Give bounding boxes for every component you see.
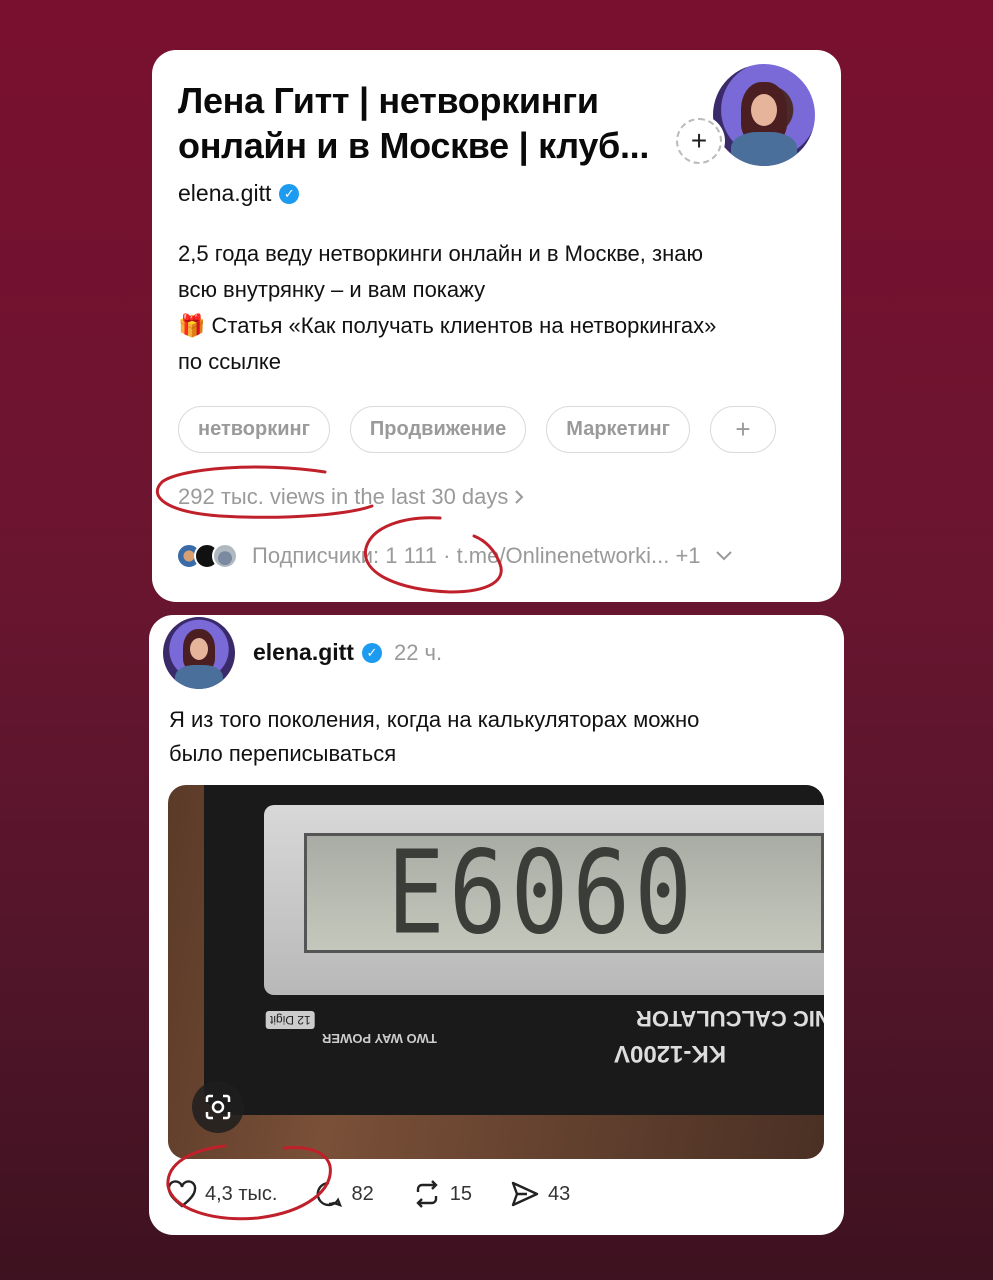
profile-title-line-1: Лена Гитт | нетворкинги <box>178 80 599 121</box>
calculator-display: E6060 <box>304 826 824 960</box>
post-card: elena.gitt ✓ 22 ч. Я из того поколения, … <box>149 615 844 1235</box>
chevron-down-icon <box>715 551 732 561</box>
share-button[interactable]: 43 <box>510 1180 570 1208</box>
follower-avatar <box>212 543 238 569</box>
share-count: 43 <box>547 1182 571 1205</box>
post-text-line: Я из того поколения, когда на калькулято… <box>169 707 700 732</box>
heart-icon <box>167 1180 197 1208</box>
like-count: 4,3 тыс. <box>205 1182 278 1205</box>
views-text: 292 тыс. views in the last 30 days <box>178 484 509 509</box>
visual-search-icon[interactable] <box>192 1081 244 1133</box>
followers-row[interactable]: Подписчики: 1 111 · t.me/Onlinenetworki.… <box>176 543 733 569</box>
repost-button[interactable]: 15 <box>412 1180 472 1208</box>
post-actions: 4,3 тыс. 82 15 43 <box>167 1180 570 1208</box>
post-header: elena.gitt ✓ 22 ч. <box>253 639 442 666</box>
profile-title-line-2: онлайн и в Москве | клуб... <box>178 125 650 166</box>
calculator-model-label: KK-1200V <box>614 1040 727 1067</box>
followers-text: Подписчики: 1 111 · t.me/Onlinenetworki.… <box>252 543 701 568</box>
post-username[interactable]: elena.gitt <box>253 639 354 666</box>
profile-bio: 2,5 года веду нетворкинги онлайн и в Мос… <box>178 236 808 380</box>
bio-line: по ссылке <box>178 349 282 374</box>
add-tag-button[interactable]: + <box>709 406 776 453</box>
follower-avatars <box>176 543 238 569</box>
post-text: Я из того поколения, когда на калькулято… <box>169 703 819 771</box>
post-image[interactable]: E6060 ONIC CALCULATOR KK-1200V TWO WAY P… <box>168 785 824 1159</box>
profile-card: Лена Гитт | нетворкинги онлайн и в Москв… <box>152 50 841 602</box>
verified-badge-icon: ✓ <box>361 642 382 663</box>
profile-avatar[interactable] <box>713 64 815 166</box>
comment-count: 82 <box>351 1182 374 1205</box>
bio-line: 🎁 Статья «Как получать клиентов на нетво… <box>178 313 717 338</box>
post-text-line: было переписываться <box>169 741 397 766</box>
profile-tags: нетворкинг Продвижение Маркетинг + <box>178 406 776 453</box>
chevron-right-icon <box>515 490 524 504</box>
bio-line: всю внутрянку – и вам покажу <box>178 277 486 302</box>
calculator-digits-label: 12 Digit <box>266 1011 315 1029</box>
username-row: elena.gitt ✓ <box>178 180 300 207</box>
tag-marketing[interactable]: Маркетинг <box>546 406 690 453</box>
post-time: 22 ч. <box>393 639 443 665</box>
comment-button[interactable]: 82 <box>315 1180 374 1208</box>
bio-line: 2,5 года веду нетворкинги онлайн и в Мос… <box>178 241 703 266</box>
send-icon <box>511 1181 539 1207</box>
verified-badge-icon: ✓ <box>279 183 300 204</box>
repost-count: 15 <box>449 1182 472 1205</box>
calculator-photo: E6060 ONIC CALCULATOR KK-1200V TWO WAY P… <box>204 785 824 1115</box>
profile-views-link[interactable]: 292 тыс. views in the last 30 days <box>178 484 524 510</box>
calculator-display-digits: E6060 <box>387 825 696 961</box>
calculator-power-label: TWO WAY POWER <box>322 1031 437 1046</box>
comment-icon <box>317 1181 343 1207</box>
calculator-brand-label: ONIC CALCULATOR <box>636 1006 824 1031</box>
like-button[interactable]: 4,3 тыс. <box>167 1180 277 1208</box>
repost-icon <box>416 1180 438 1208</box>
tag-promotion[interactable]: Продвижение <box>349 406 527 453</box>
add-avatar-plus-icon[interactable]: + <box>676 118 722 164</box>
tag-networking[interactable]: нетворкинг <box>178 406 330 453</box>
profile-title: Лена Гитт | нетворкинги онлайн и в Москв… <box>178 78 688 168</box>
profile-username: elena.gitt <box>178 180 272 206</box>
post-avatar[interactable] <box>163 617 235 689</box>
